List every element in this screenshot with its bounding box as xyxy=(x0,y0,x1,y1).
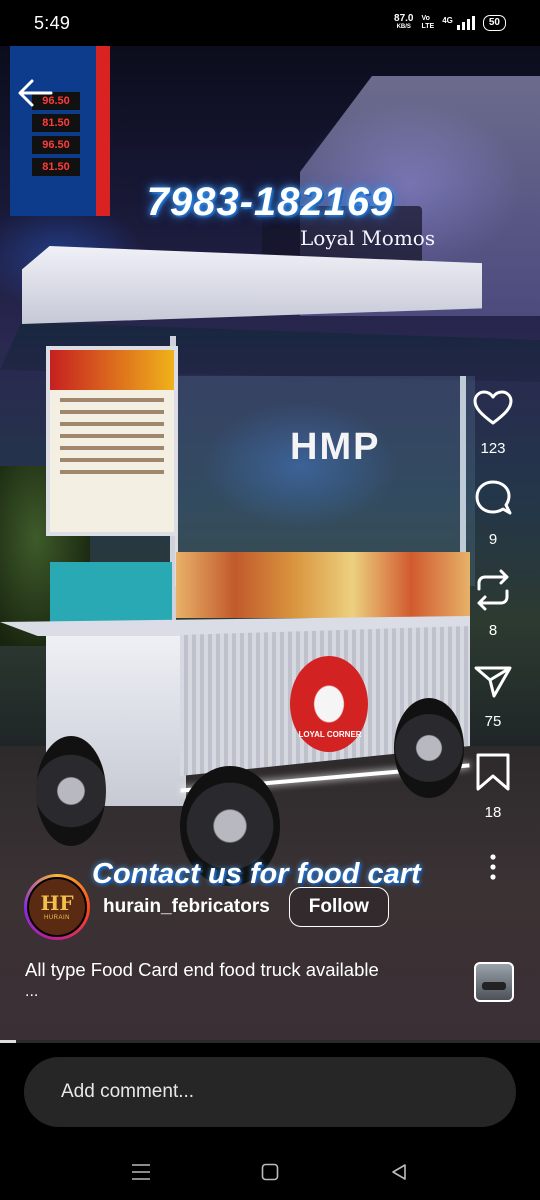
square-home-icon xyxy=(261,1163,279,1181)
cart-food-images xyxy=(176,552,470,618)
comment-button[interactable] xyxy=(471,477,515,521)
avatar-brand: HURAIN xyxy=(43,915,70,921)
avatar-logo: HF HURAIN xyxy=(27,877,87,937)
like-button[interactable] xyxy=(471,386,515,430)
overlay-phone-number: 7983-182169 xyxy=(146,180,394,224)
cart-wheel xyxy=(36,736,106,846)
more-options-button[interactable] xyxy=(471,845,515,889)
more-vertical-icon xyxy=(490,854,496,880)
menu-line xyxy=(60,446,164,450)
fuel-price: 96.50 xyxy=(32,136,80,154)
fuel-price: 81.50 xyxy=(32,114,80,132)
author-row: HF HURAIN hurain_febricators Follow xyxy=(24,874,389,940)
nav-home-button[interactable] xyxy=(255,1157,285,1187)
author-username[interactable]: hurain_febricators xyxy=(103,896,270,918)
caption-more[interactable]: ... xyxy=(25,983,38,1001)
save-button[interactable] xyxy=(471,750,515,794)
fuel-price: 81.50 xyxy=(32,158,80,176)
system-nav-bar xyxy=(0,1151,540,1200)
like-action: 123 xyxy=(471,386,515,457)
status-bar: 5:49 87.0 KB/S Vo LTE 4G 50 xyxy=(0,0,540,46)
nav-recent-button[interactable] xyxy=(126,1157,156,1187)
send-icon xyxy=(474,666,512,698)
signal-icon xyxy=(456,16,475,30)
cart-logo-text: LOYAL CORNER xyxy=(298,730,362,739)
repost-icon xyxy=(477,569,509,611)
shop-sign-text: Loyal Momos xyxy=(300,226,436,250)
background-sign-letters: HMP xyxy=(290,426,381,468)
status-time: 5:49 xyxy=(34,12,71,33)
back-button[interactable] xyxy=(14,72,56,114)
nav-back-button[interactable] xyxy=(384,1157,414,1187)
comment-area: Add comment... xyxy=(0,1043,540,1151)
volte-top: Vo xyxy=(421,15,430,22)
menu-line xyxy=(60,398,164,402)
menu-line xyxy=(60,458,164,462)
triangle-back-icon xyxy=(392,1164,406,1180)
thumbnail-car-shape xyxy=(482,982,506,990)
comment-count: 9 xyxy=(488,531,498,548)
avatar[interactable]: HF HURAIN xyxy=(24,874,90,940)
menu-lines-icon xyxy=(132,1164,150,1180)
share-button[interactable] xyxy=(471,659,515,703)
back-arrow-icon xyxy=(18,79,53,107)
network-speed-unit: KB/S xyxy=(396,24,411,30)
avatar-monogram: HF xyxy=(40,891,74,915)
status-indicators: 87.0 KB/S Vo LTE 4G 50 xyxy=(394,14,506,32)
save-count: 18 xyxy=(484,804,502,821)
menu-line xyxy=(60,410,164,414)
share-count: 75 xyxy=(484,713,502,730)
menu-board-header xyxy=(50,350,174,390)
audio-thumbnail-button[interactable] xyxy=(474,962,514,1002)
heart-icon xyxy=(473,390,513,425)
volte-bottom: LTE xyxy=(421,23,435,30)
share-action: 75 xyxy=(471,659,515,730)
menu-line xyxy=(60,470,164,474)
network-speed: 87.0 KB/S xyxy=(394,14,413,32)
add-comment-input[interactable]: Add comment... xyxy=(24,1057,516,1127)
menu-line xyxy=(60,422,164,426)
comment-action: 9 xyxy=(471,477,515,548)
bookmark-icon xyxy=(476,753,510,791)
follow-button[interactable]: Follow xyxy=(288,887,389,927)
repost-count: 8 xyxy=(488,622,498,639)
network-speed-value: 87.0 xyxy=(394,13,414,24)
battery-icon: 50 xyxy=(482,15,506,31)
repost-action: 8 xyxy=(471,568,515,639)
repost-button[interactable] xyxy=(471,568,515,612)
action-rail: 123 9 8 75 18 xyxy=(468,386,518,889)
cart-wheel xyxy=(394,698,464,798)
like-count: 123 xyxy=(480,440,506,457)
menu-board xyxy=(46,346,178,536)
comment-bubble-icon xyxy=(475,480,512,515)
volte-indicator: Vo LTE xyxy=(422,15,435,31)
reel-caption[interactable]: All type Food Card end food truck availa… xyxy=(25,958,465,982)
network-type: 4G xyxy=(442,15,453,25)
save-action: 18 xyxy=(471,750,515,821)
menu-line xyxy=(60,434,164,438)
